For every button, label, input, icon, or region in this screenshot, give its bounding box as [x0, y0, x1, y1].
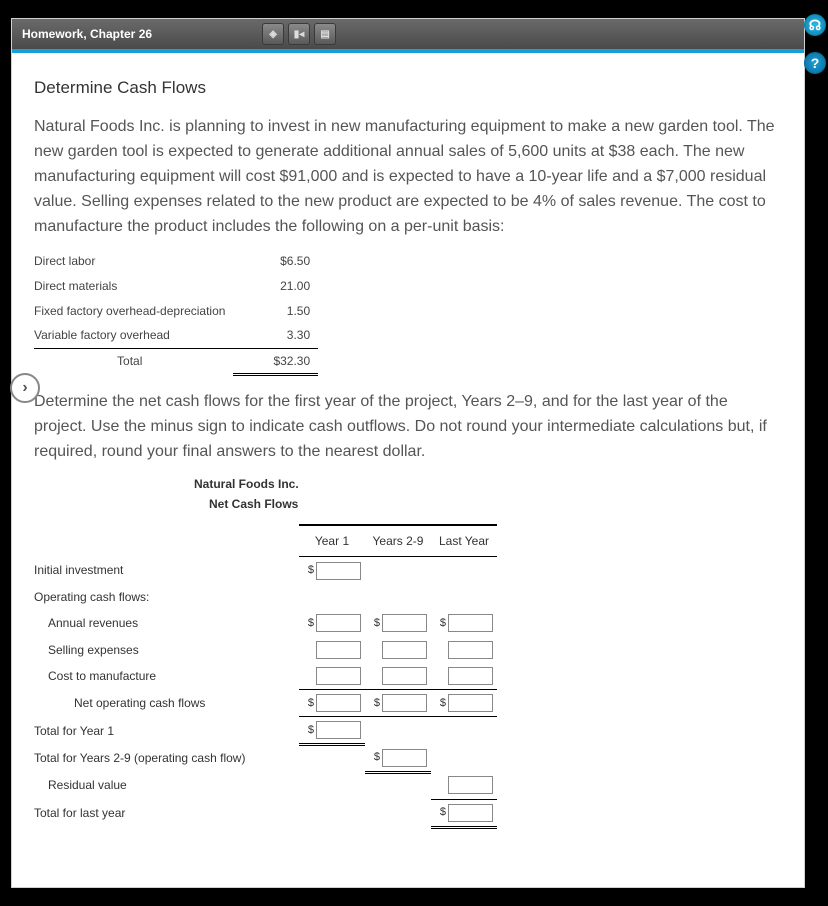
input-manu-y1[interactable] — [316, 667, 361, 685]
dollar-sign: $ — [440, 615, 446, 632]
input-rev-last[interactable] — [448, 614, 493, 632]
input-total-y1[interactable] — [316, 721, 361, 739]
row-netop: Net operating cash flows — [34, 694, 295, 713]
dollar-sign: $ — [308, 615, 314, 632]
row-residual: Residual value — [34, 776, 295, 795]
help-icon[interactable]: ? — [804, 52, 826, 74]
worksheet-company: Natural Foods Inc. — [194, 475, 782, 494]
cost-row-value: 1.50 — [233, 299, 318, 324]
input-netop-y1[interactable] — [316, 694, 361, 712]
cost-row-label: Fixed factory overhead-depreciation — [34, 299, 233, 324]
col-year1: Year 1 — [299, 525, 365, 557]
row-total-y1: Total for Year 1 — [34, 717, 299, 745]
cost-row-value: 21.00 — [233, 274, 318, 299]
row-initial: Initial investment — [34, 557, 299, 584]
tool-icon-3[interactable]: ▤ — [314, 23, 336, 45]
dollar-sign: $ — [308, 695, 314, 712]
cost-row-label: Direct labor — [34, 249, 233, 274]
problem-para-2: Determine the net cash flows for the fir… — [34, 390, 782, 464]
row-ocf-head: Operating cash flows: — [34, 584, 299, 611]
col-blank — [34, 525, 299, 557]
cost-row-label: Direct materials — [34, 274, 233, 299]
input-manu-y29[interactable] — [382, 667, 427, 685]
cost-total-label: Total — [34, 348, 233, 375]
cost-row-value: $6.50 — [233, 249, 318, 274]
input-rev-y1[interactable] — [316, 614, 361, 632]
worksheet-table: Year 1 Years 2-9 Last Year Initial inves… — [34, 524, 497, 829]
dollar-sign: $ — [308, 562, 314, 579]
worksheet-title: Net Cash Flows — [209, 495, 782, 514]
row-revenues: Annual revenues — [34, 614, 295, 633]
next-nav-button[interactable]: › — [10, 373, 40, 403]
dollar-sign: $ — [374, 615, 380, 632]
tool-icon-1[interactable]: ◈ — [262, 23, 284, 45]
cost-table: Direct labor$6.50 Direct materials21.00 … — [34, 249, 318, 376]
header-title: Homework, Chapter 26 — [22, 27, 152, 41]
input-netop-last[interactable] — [448, 694, 493, 712]
dollar-sign: $ — [440, 695, 446, 712]
header-bar: Homework, Chapter 26 ◈ ▮◂ ▤ — [12, 19, 804, 53]
chat-icon[interactable]: ☊ — [804, 14, 826, 36]
input-sell-last[interactable] — [448, 641, 493, 659]
dollar-sign: $ — [440, 804, 446, 821]
input-sell-y1[interactable] — [316, 641, 361, 659]
col-lastyear: Last Year — [431, 525, 497, 557]
page-title: Determine Cash Flows — [34, 75, 782, 101]
row-total-y29: Total for Years 2-9 (operating cash flow… — [34, 745, 299, 773]
main-panel: › Homework, Chapter 26 ◈ ▮◂ ▤ Determine … — [11, 18, 805, 888]
input-total-last[interactable] — [448, 804, 493, 822]
dollar-sign: $ — [374, 695, 380, 712]
dollar-sign: $ — [308, 722, 314, 739]
col-years29: Years 2-9 — [365, 525, 431, 557]
tool-icon-2[interactable]: ▮◂ — [288, 23, 310, 45]
cost-total-value: $32.30 — [233, 348, 318, 375]
problem-para-1: Natural Foods Inc. is planning to invest… — [34, 115, 782, 239]
input-manu-last[interactable] — [448, 667, 493, 685]
content-area: Determine Cash Flows Natural Foods Inc. … — [12, 53, 804, 839]
input-total-y29[interactable] — [382, 749, 427, 767]
input-sell-y29[interactable] — [382, 641, 427, 659]
row-selling: Selling expenses — [34, 641, 295, 660]
row-manufacture: Cost to manufacture — [34, 667, 295, 686]
cost-row-label: Variable factory overhead — [34, 323, 233, 348]
dollar-sign: $ — [374, 749, 380, 766]
cost-row-value: 3.30 — [233, 323, 318, 348]
row-total-last: Total for last year — [34, 799, 299, 827]
input-netop-y29[interactable] — [382, 694, 427, 712]
input-initial-y1[interactable] — [316, 562, 361, 580]
input-rev-y29[interactable] — [382, 614, 427, 632]
input-residual-last[interactable] — [448, 776, 493, 794]
